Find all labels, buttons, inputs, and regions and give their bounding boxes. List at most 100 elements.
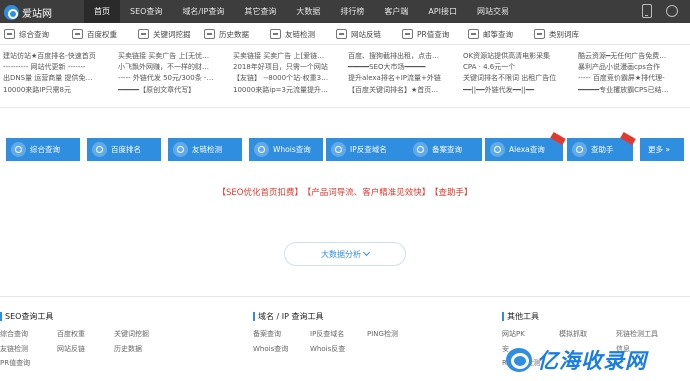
- ad-link[interactable]: ━━━━━【原创文章代写】: [118, 85, 228, 96]
- nav-api[interactable]: API接口: [418, 0, 467, 23]
- logo[interactable]: 爱站网: [4, 4, 52, 20]
- watermark-logo-icon: [506, 348, 532, 372]
- ad-link[interactable]: 出DNS量 运营商量 提供免…: [3, 73, 113, 84]
- mobile-icon[interactable]: [642, 4, 652, 18]
- ad-link[interactable]: CPA · 4.6元一个: [463, 62, 573, 73]
- footer-link[interactable]: Whois查询: [253, 343, 310, 356]
- btn-label: 百度排名: [111, 145, 141, 154]
- btn-label: Alexa查询: [509, 145, 545, 154]
- btn-helper[interactable]: 查助手: [567, 131, 636, 161]
- keyword-icon: [138, 29, 149, 39]
- logo-icon: [4, 4, 19, 20]
- top-icons: [642, 4, 678, 18]
- tool-friendlink[interactable]: 友链检测: [264, 29, 326, 40]
- ad-link[interactable]: ━━━━━SEO大市场━━━━━: [348, 62, 458, 73]
- nav-other[interactable]: 其它查询: [234, 0, 286, 23]
- ad-column: 酷云资源━无任何广告免费… 暴利产品小说漫画cps合作 ----- 百度竞价霸屏…: [575, 51, 690, 103]
- btn-label: 综合查询: [30, 145, 60, 154]
- ad-link[interactable]: 【友链】 --8000个站-权重3…: [233, 73, 343, 84]
- footer-link[interactable]: IP反查域名: [310, 328, 367, 341]
- tool-keyword-mining[interactable]: 关键词挖掘: [132, 29, 194, 40]
- footer-link[interactable]: 历史数据: [114, 343, 174, 356]
- footer-link[interactable]: 死链检测工具: [616, 328, 686, 341]
- rank-icon: [92, 142, 107, 157]
- nav-trade[interactable]: 网站交易: [467, 0, 519, 23]
- tool-comprehensive[interactable]: 综合查询: [0, 29, 62, 40]
- nav-domain-ip[interactable]: 域名/IP查询: [172, 0, 234, 23]
- nav-client[interactable]: 客户端: [374, 0, 418, 23]
- link-icon: [173, 142, 188, 157]
- btn-comprehensive[interactable]: 综合查询: [6, 138, 80, 161]
- footer-link[interactable]: Whois反查: [310, 343, 367, 356]
- ad-link[interactable]: 10000来路ip=3元流量提升…: [233, 85, 343, 96]
- ad-link[interactable]: 暴利产品小说漫画cps合作: [578, 62, 688, 73]
- ad-link[interactable]: 【百度关键词排名】★首页…: [348, 85, 458, 96]
- btn-label: 查助手: [591, 145, 614, 154]
- footer-link[interactable]: 网站PK: [502, 328, 559, 341]
- user-icon[interactable]: [666, 5, 678, 17]
- btn-label: 更多 »: [648, 145, 670, 154]
- ad-link[interactable]: 建站仿站★百度排名-快速首页: [3, 51, 113, 62]
- btn-alexa[interactable]: Alexa查询: [485, 131, 566, 161]
- tool-label: 综合查询: [19, 29, 49, 39]
- nav-home[interactable]: 首页: [84, 0, 120, 23]
- nav-seo[interactable]: SEO查询: [120, 0, 172, 23]
- footer-link[interactable]: 备案查询: [253, 328, 310, 341]
- btn-ip-reverse[interactable]: IP反查域名: [326, 138, 408, 161]
- ad-link[interactable]: ----- 百度竞价霸屏★排代理-: [578, 73, 688, 84]
- promo-link[interactable]: 【产品词导流、客户精准见效快】: [307, 188, 430, 198]
- footer-title: SEO查询工具: [5, 312, 54, 321]
- ad-link[interactable]: ----- 外链代发 50元/300条 -…: [118, 73, 228, 84]
- btn-baidu-rank[interactable]: 百度排名: [87, 138, 161, 161]
- ad-link[interactable]: 小飞飘外网赚，不一样的财…: [118, 62, 228, 73]
- bigdata-analysis-button[interactable]: 大数据分析: [284, 242, 406, 266]
- tool-backlinks[interactable]: 网站反链: [330, 29, 392, 40]
- hot-badge: [620, 131, 636, 146]
- ad-link[interactable]: 2018年好项目，只需一个网站: [233, 62, 343, 73]
- footer-section-title: SEO查询工具: [0, 311, 174, 322]
- tool-label: 历史数据: [219, 29, 249, 39]
- backlink-icon: [336, 29, 347, 39]
- footer-link[interactable]: 友链检测: [0, 343, 57, 356]
- btn-friendlink[interactable]: 友链检测: [168, 138, 242, 161]
- footer-link[interactable]: PR值查询: [0, 357, 57, 370]
- nav-bigdata[interactable]: 大数据: [286, 0, 330, 23]
- ad-column: 百度、搜狗截排出租，点击… ━━━━━SEO大市场━━━━━ 提升alexa排名…: [345, 51, 460, 103]
- footer-links: 备案查询 IP反查域名 PING检测 Whois查询 Whois反查: [253, 328, 427, 355]
- tool-label: 邮筝查询: [483, 29, 513, 39]
- btn-whois[interactable]: Whois查询: [249, 138, 323, 161]
- footer-link[interactable]: 模拟抓取: [559, 328, 616, 341]
- tool-history[interactable]: 历史数据: [198, 29, 260, 40]
- footer-link[interactable]: PING检测: [367, 328, 427, 341]
- ad-link[interactable]: 提升alexa排名+IP流量+外链: [348, 73, 458, 84]
- ad-link[interactable]: 买卖链接 买卖广告 上[爱链…: [233, 51, 343, 62]
- tool-category[interactable]: 类别词库: [528, 29, 590, 40]
- watermark-text: 亿海收录网: [537, 349, 647, 373]
- ad-link[interactable]: 10000来路IP只需8元: [3, 85, 113, 96]
- promo-link[interactable]: 【查助手】: [434, 188, 472, 198]
- footer-links: 综合查询 百度权重 关键词挖掘 友链检测 网站反链 历史数据 PR值查询: [0, 328, 174, 370]
- footer-link[interactable]: 网站反链: [57, 343, 114, 356]
- footer-link[interactable]: 综合查询: [0, 328, 57, 341]
- nav-ranking[interactable]: 排行榜: [330, 0, 374, 23]
- text-ad-columns: 建站仿站★百度排名-快速首页 ---------- 网站代更新 ------- …: [0, 51, 690, 103]
- ad-link[interactable]: 关键词排名不限词 出租广告位: [463, 73, 573, 84]
- ad-link[interactable]: 酷云资源━无任何广告免费…: [578, 51, 688, 62]
- ad-link[interactable]: ━━||━━外链代发━━||━━: [463, 85, 573, 96]
- ad-link[interactable]: OK资源站提供高清电影采集: [463, 51, 573, 62]
- tool-baidu-weight[interactable]: 百度权重: [66, 29, 128, 40]
- title-bar: [502, 312, 504, 321]
- tool-pr[interactable]: PR值查询: [396, 29, 458, 40]
- ad-link[interactable]: 买卖链接 买卖广告 上[无忧…: [118, 51, 228, 62]
- ad-link[interactable]: 百度、搜狗截排出租，点击…: [348, 51, 458, 62]
- btn-more[interactable]: 更多 »: [640, 138, 684, 161]
- ad-link[interactable]: ━━━━━专业攫放霸CPS已结…: [578, 85, 688, 96]
- footer-link[interactable]: 关键词挖掘: [114, 328, 174, 341]
- ad-link[interactable]: ---------- 网站代更新 -------: [3, 62, 113, 73]
- category-icon: [534, 29, 545, 39]
- tool-mail[interactable]: 邮筝查询: [462, 29, 524, 40]
- footer-section-title: 域名 / IP 查询工具: [253, 311, 427, 322]
- promo-link[interactable]: 【SEO优化首页扣费】: [218, 188, 303, 198]
- btn-beian[interactable]: 备案查询: [408, 138, 482, 161]
- footer-link[interactable]: 百度权重: [57, 328, 114, 341]
